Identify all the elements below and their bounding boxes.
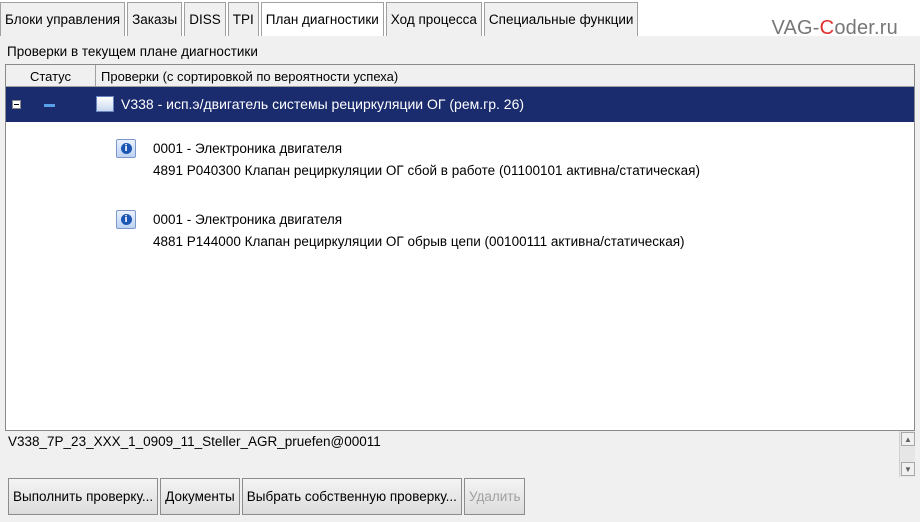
scroll-down-icon[interactable]: ▼ [901,462,915,476]
status-indicator-icon [44,104,55,107]
collapse-icon[interactable] [12,100,21,109]
tab-special-functions[interactable]: Специальные функции [483,2,639,36]
scroll-up-icon[interactable]: ▲ [901,432,915,446]
check-node-icon [96,96,114,112]
entry-control-unit: 0001 - Электроника двигателя [153,212,343,227]
watermark-accent: C [819,17,835,39]
check-info-line: V338_7P_23_XXX_1_0909_11_Steller_AGR_pru… [5,431,915,477]
pane-title: Проверки в текущем плане диагностики [7,44,258,59]
action-buttons: Выполнить проверку... Документы Выбрать … [8,478,527,515]
tab-control-units[interactable]: Блоки управления [0,2,126,36]
tab-process[interactable]: Ход процесса [385,2,482,36]
watermark-part1: VAG- [771,17,820,39]
watermark-logo: VAG-Coder.ru [771,17,898,40]
column-header-checks[interactable]: Проверки (с сортировкой по вероятности у… [96,65,914,87]
tab-diagnostic-plan[interactable]: План диагностики [260,2,384,36]
info-scrollbar[interactable]: ▲ ▼ [899,431,915,477]
entry-fault-detail: 4891 P040300 Клапан рециркуляции ОГ сбой… [153,163,700,178]
tab-tpi[interactable]: TPI [227,2,259,36]
info-icon: i [116,139,136,158]
tabs: Блоки управления Заказы DISS TPI План ди… [0,2,640,36]
check-id-text: V338_7P_23_XXX_1_0909_11_Steller_AGR_pru… [8,434,381,449]
tab-orders[interactable]: Заказы [127,2,183,36]
tab-diss[interactable]: DISS [184,2,226,36]
documents-button[interactable]: Документы [160,478,240,515]
grid-header: Статус Проверки (с сортировкой по вероят… [6,65,914,87]
entry-control-unit: 0001 - Электроника двигателя [153,141,343,156]
column-header-status[interactable]: Статус [6,65,96,87]
selected-check-row[interactable]: V338 - исп.э/двигатель системы рециркуля… [6,87,914,122]
choose-own-check-button[interactable]: Выбрать собственную проверку... [241,478,462,515]
check-row-label: V338 - исп.э/двигатель системы рециркуля… [121,96,525,112]
info-icon: i [116,210,136,229]
run-check-button[interactable]: Выполнить проверку... [8,478,159,515]
watermark-part2: oder.ru [834,17,898,39]
entry-fault-detail: 4881 P144000 Клапан рециркуляции ОГ обры… [153,234,685,249]
tab-bar: Блоки управления Заказы DISS TPI План ди… [0,0,920,39]
checks-grid: Статус Проверки (с сортировкой по вероят… [5,64,915,431]
delete-button[interactable]: Удалить [463,478,526,515]
